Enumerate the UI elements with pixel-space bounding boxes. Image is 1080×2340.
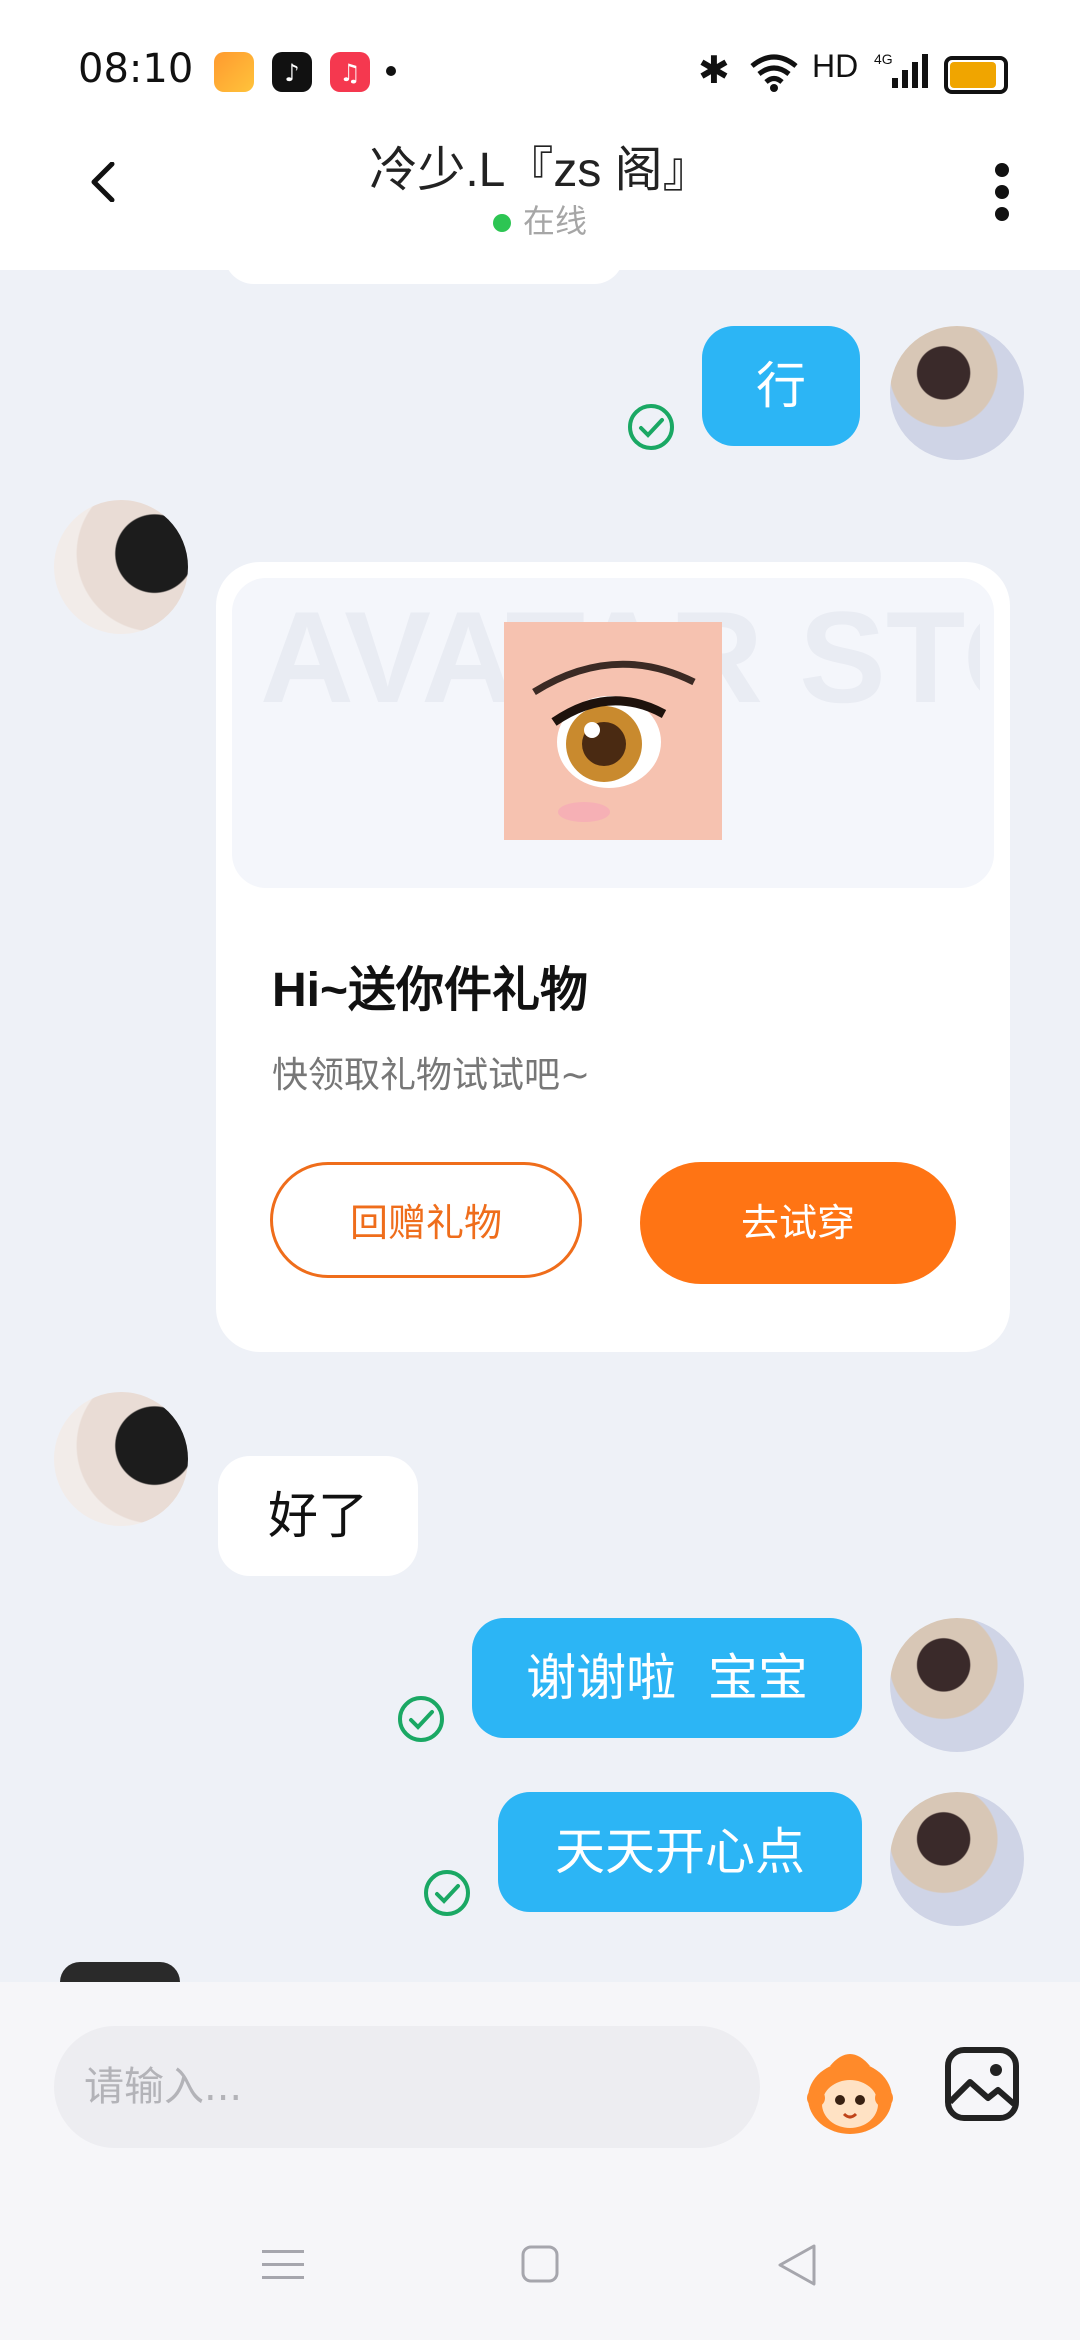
previous-message-bubble: [224, 240, 624, 284]
online-status-label: 在线: [522, 202, 587, 240]
gift-subtitle: 快领取礼物试试吧~: [272, 1055, 591, 1096]
message-bubble-mine[interactable]: 谢谢啦 宝宝: [472, 1618, 862, 1738]
app-icon-music: ♫: [330, 52, 370, 92]
network-hd-label: HD: [812, 48, 859, 84]
gift-image[interactable]: [504, 622, 722, 840]
contact-avatar-partial: [60, 1962, 180, 1982]
try-on-button[interactable]: 去试穿: [640, 1162, 956, 1284]
message-bubble-mine[interactable]: 行: [702, 326, 860, 446]
message-bubble-mine[interactable]: 天天开心点: [498, 1792, 862, 1912]
read-check-icon: [424, 1870, 470, 1916]
mascot-emoji-icon[interactable]: [800, 2040, 900, 2140]
read-check-icon: [398, 1696, 444, 1742]
my-avatar[interactable]: [890, 326, 1024, 460]
svg-text:♪: ♪: [284, 59, 299, 87]
my-avatar[interactable]: [890, 1792, 1024, 1926]
battery-level: [950, 62, 996, 88]
my-avatar[interactable]: [890, 1618, 1024, 1752]
online-dot-icon: [492, 214, 511, 232]
wifi-icon: [750, 54, 798, 92]
online-status: 在线: [0, 196, 1080, 242]
nav-back-icon[interactable]: [774, 2242, 818, 2288]
message-input[interactable]: [54, 2026, 760, 2148]
more-icon[interactable]: [994, 162, 1010, 222]
status-time: 08:10: [78, 46, 194, 92]
signal-icon: 4G: [874, 51, 928, 88]
app-icon-tiktok: ♪: [272, 52, 312, 92]
app-icon-video: [214, 52, 254, 92]
read-check-icon: [628, 404, 674, 450]
bluetooth-icon: ✱: [698, 48, 730, 92]
message-bubble-theirs[interactable]: 好了: [218, 1456, 418, 1576]
notification-dot: [386, 66, 396, 76]
image-icon[interactable]: [944, 2046, 1020, 2122]
svg-text:♫: ♫: [339, 59, 361, 87]
contact-avatar[interactable]: [54, 1392, 188, 1526]
return-gift-button[interactable]: 回赠礼物: [270, 1162, 582, 1278]
contact-avatar[interactable]: [54, 500, 188, 634]
chat-title: 冷少.L『zs 阁』: [369, 144, 711, 197]
nav-home-icon[interactable]: [520, 2244, 560, 2284]
gift-title: Hi~送你件礼物: [272, 964, 589, 1017]
signal-label: 4G: [874, 51, 893, 67]
nav-menu-icon[interactable]: [260, 2244, 306, 2284]
